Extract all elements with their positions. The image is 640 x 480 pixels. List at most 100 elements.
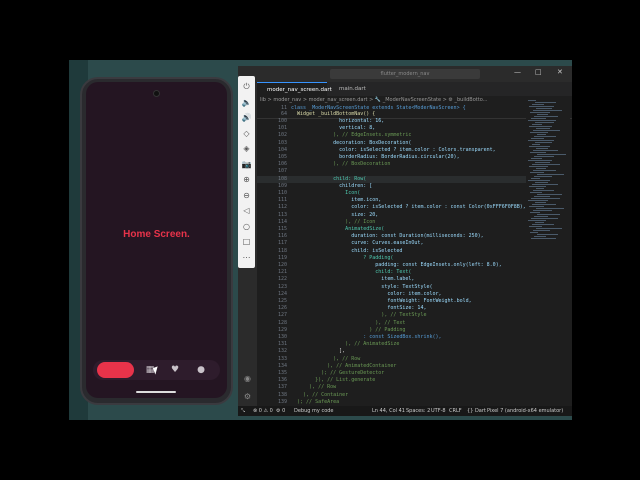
home-icon[interactable]: ○ <box>238 220 255 234</box>
minimap[interactable] <box>526 96 570 406</box>
line-number: 104 <box>277 146 287 153</box>
code-line[interactable]: fontSize: 14, <box>291 305 426 311</box>
camera-icon[interactable]: 📷 <box>238 158 255 172</box>
volume-down-icon[interactable]: 🔈 <box>238 96 255 110</box>
rotate-left-icon[interactable]: ◇ <box>238 127 255 141</box>
code-line[interactable]: child: isSelected <box>291 248 402 254</box>
minimap-line <box>535 142 552 143</box>
line-number: 131 <box>277 341 287 348</box>
minimap-line <box>536 128 550 129</box>
minimap-line <box>535 122 554 123</box>
encoding[interactable]: UTF-8 <box>431 406 446 416</box>
code-line[interactable]: }), // List.generate <box>291 377 375 383</box>
vscode-window: flutter_modern_nav — □ ✕ ◉ ⚙ moder_nav_s… <box>238 66 572 416</box>
minimap-line <box>535 102 556 103</box>
code-line[interactable]: duration: const Duration(milliseconds: 2… <box>291 233 483 239</box>
tab-moder-nav-screen[interactable]: moder_nav_screen.dart <box>257 82 332 96</box>
cursor-position[interactable]: Ln 44, Col 41 <box>372 406 405 416</box>
code-line[interactable]: curve: Curves.easeInOut, <box>291 240 423 246</box>
minimap-line <box>534 136 556 137</box>
line-number: 123 <box>277 283 287 290</box>
settings-gear-icon[interactable]: ⚙ <box>241 390 254 403</box>
code-line[interactable]: ), // Text <box>291 320 405 326</box>
home-screen-text: Home Screen. <box>123 229 190 240</box>
tab-main[interactable]: main.dart <box>329 82 379 96</box>
debug-status[interactable]: Debug my code <box>294 406 334 416</box>
minimap-line <box>532 164 560 165</box>
rotate-right-icon[interactable]: ◈ <box>238 142 255 156</box>
heart-icon[interactable]: ♥ <box>168 363 182 377</box>
code-line[interactable]: ); // SafeArea <box>291 399 339 405</box>
code-line[interactable]: ], <box>291 348 345 354</box>
line-endings[interactable]: CRLF <box>449 406 462 416</box>
code-line[interactable]: color: isSelected ? item.color : const C… <box>291 204 526 210</box>
code-line[interactable]: borderRadius: BorderRadius.circular(20), <box>291 154 459 160</box>
minimap-line <box>528 220 546 221</box>
code-line[interactable]: ), // AnimatedSize <box>291 341 399 347</box>
code-line[interactable]: size: 20, <box>291 212 378 218</box>
power-icon[interactable]: ⏻ <box>238 80 255 94</box>
ports-indicator[interactable]: ⚙ 0 <box>276 406 285 416</box>
line-number: 126 <box>277 305 287 312</box>
more-icon[interactable]: ⋯ <box>238 251 255 265</box>
maximize-button[interactable]: □ <box>535 68 542 76</box>
breadcrumb[interactable]: lib > moder_nav > moder_nav_screen.dart … <box>260 96 570 105</box>
code-line[interactable]: Icon( <box>291 190 360 196</box>
language-mode[interactable]: {} Dart <box>467 406 486 416</box>
code-line[interactable]: children: [ <box>291 183 372 189</box>
line-number: 114 <box>277 218 287 225</box>
line-number: 100 <box>277 118 287 124</box>
line-number: 134 <box>277 362 287 369</box>
code-line[interactable]: child: Text( <box>291 269 411 275</box>
volume-up-icon[interactable]: 🔊 <box>238 111 255 125</box>
zoom-out-icon[interactable]: ⊖ <box>238 189 255 203</box>
home-indicator[interactable] <box>136 391 176 393</box>
code-line[interactable]: item.label, <box>291 276 414 282</box>
code-line[interactable]: horizontal: 16, <box>291 118 384 124</box>
code-line[interactable]: ), // Icon <box>291 219 375 225</box>
indentation[interactable]: Spaces: 2 <box>406 406 430 416</box>
code-line[interactable]: Widget _buildBottomNav() { <box>291 111 375 117</box>
line-number: 118 <box>277 247 287 254</box>
close-button[interactable]: ✕ <box>557 68 563 76</box>
code-line[interactable]: item.icon, <box>291 197 381 203</box>
code-line[interactable]: color: item.color, <box>291 291 441 297</box>
code-line[interactable]: ) // Padding <box>291 327 405 333</box>
minimap-line <box>534 156 554 157</box>
minimap-line <box>529 106 554 107</box>
emulator-screen[interactable]: Home Screen. ▦ ♥ ● <box>86 82 227 398</box>
zoom-in-icon[interactable]: ⊕ <box>238 173 255 187</box>
code-line[interactable]: fontWeight: FontWeight.bold, <box>291 298 471 304</box>
code-line[interactable]: ? Padding( <box>291 255 393 261</box>
minimap-line <box>528 180 550 181</box>
code-line[interactable]: ), // Row <box>291 356 360 362</box>
code-line[interactable]: decoration: BoxDecoration( <box>291 140 411 146</box>
minimize-button[interactable]: — <box>514 68 521 76</box>
code-line[interactable]: child: Row( <box>291 176 366 182</box>
device-selector[interactable]: Pixel 7 (android-x64 emulator) <box>487 406 563 416</box>
code-line[interactable]: ), // Row <box>291 384 336 390</box>
code-line[interactable]: style: TextStyle( <box>291 284 432 290</box>
code-editor[interactable]: 100 horizontal: 16, 101 vertical: 8, 102 )… <box>257 118 552 406</box>
code-line[interactable]: AnimatedSize( <box>291 226 384 232</box>
code-line[interactable]: ), // EdgeInsets.symmetric <box>291 132 411 138</box>
person-icon[interactable]: ● <box>194 363 208 377</box>
minimap-line <box>534 216 548 217</box>
code-line[interactable]: color: isSelected ? item.color : Colors.… <box>291 147 496 153</box>
code-line[interactable]: vertical: 8, <box>291 125 375 131</box>
nav-item-home-selected[interactable] <box>97 362 134 378</box>
overview-icon[interactable]: □ <box>238 235 255 249</box>
command-center-search[interactable]: flutter_modern_nav <box>330 69 480 79</box>
problems-indicator[interactable]: ⊗ 0 ⚠ 0 <box>253 406 273 416</box>
code-line[interactable]: : const SizedBox.shrink(), <box>291 334 441 340</box>
line-number: 129 <box>277 326 287 333</box>
code-line[interactable]: padding: const EdgeInsets.only(left: 8.0… <box>291 262 501 268</box>
code-line[interactable]: ), // AnimatedContainer <box>291 363 396 369</box>
back-icon[interactable]: ◁ <box>238 204 255 218</box>
account-icon[interactable]: ◉ <box>241 372 254 385</box>
code-line[interactable]: ), // BoxDecoration <box>291 161 390 167</box>
code-line[interactable]: ), // TextStyle <box>291 312 426 318</box>
remote-icon[interactable]: ⤡ <box>241 406 245 416</box>
code-line[interactable]: ); // GestureDetector <box>291 370 384 376</box>
code-line[interactable]: ), // Container <box>291 392 348 398</box>
